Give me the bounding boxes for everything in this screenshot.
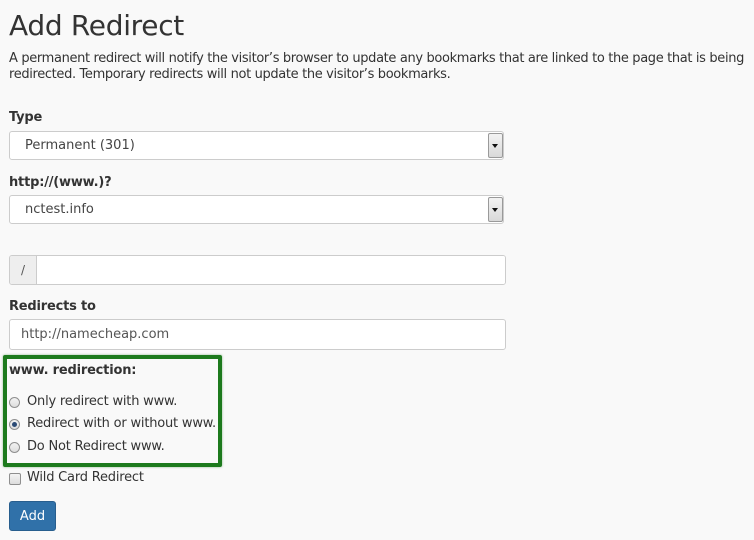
page-description: A permanent redirect will notify the vis… bbox=[9, 51, 744, 82]
radio-option-label[interactable]: Only redirect with www. bbox=[27, 394, 177, 409]
path-prefix: / bbox=[10, 256, 37, 284]
radio-button[interactable] bbox=[9, 442, 20, 453]
redirects-to-input[interactable] bbox=[9, 319, 506, 350]
radio-option-label[interactable]: Redirect with or without www. bbox=[27, 416, 216, 431]
dropdown-arrow-icon[interactable] bbox=[488, 197, 503, 222]
type-label: Type bbox=[9, 110, 43, 125]
domain-select[interactable]: nctest.info bbox=[9, 195, 504, 224]
domain-label: http://(www.)? bbox=[9, 175, 112, 190]
radio-button[interactable] bbox=[9, 419, 20, 430]
path-input-group: / bbox=[9, 255, 506, 285]
type-select[interactable]: Permanent (301) bbox=[9, 131, 504, 160]
www-redirection-label: www. redirection: bbox=[9, 363, 137, 378]
radio-button[interactable] bbox=[9, 397, 20, 408]
redirects-to-label: Redirects to bbox=[9, 299, 96, 314]
dropdown-arrow-icon[interactable] bbox=[488, 133, 503, 158]
page-title: Add Redirect bbox=[9, 9, 184, 42]
type-select-value: Permanent (301) bbox=[25, 138, 135, 153]
wildcard-checkbox[interactable] bbox=[9, 473, 21, 485]
radio-option-label[interactable]: Do Not Redirect www. bbox=[27, 439, 165, 454]
domain-select-value: nctest.info bbox=[25, 202, 94, 217]
path-input[interactable] bbox=[37, 256, 505, 284]
add-button[interactable]: Add bbox=[9, 501, 56, 531]
wildcard-label[interactable]: Wild Card Redirect bbox=[27, 470, 144, 485]
